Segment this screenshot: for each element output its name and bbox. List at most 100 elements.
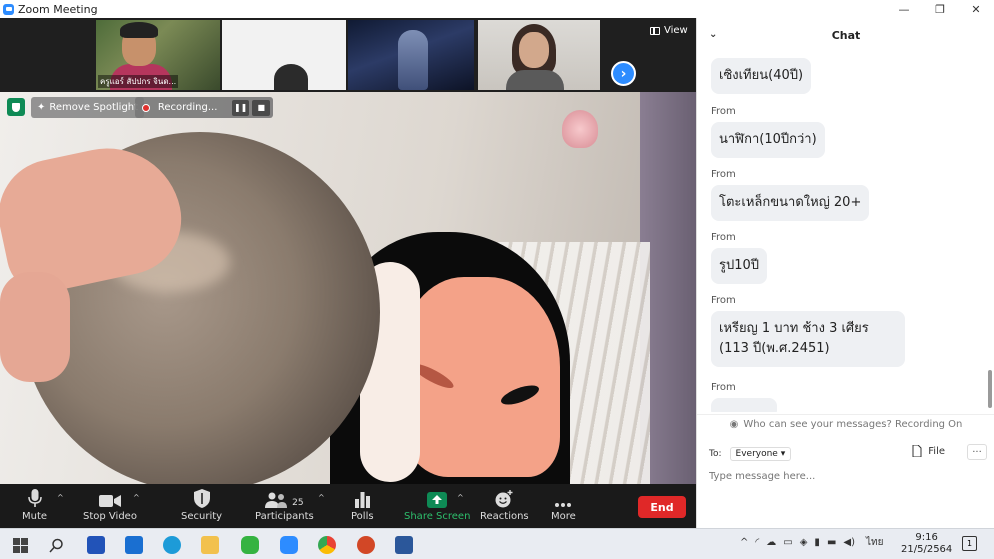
powerpoint-icon[interactable] — [354, 533, 378, 557]
close-button[interactable]: ✕ — [958, 0, 994, 18]
mute-label: Mute — [22, 511, 48, 522]
zoom-app-icon[interactable] — [277, 533, 301, 557]
reactions-button[interactable]: Reactions — [480, 488, 529, 522]
pause-recording-button[interactable]: ❚❚ — [231, 99, 250, 116]
message-sender: From — [711, 382, 736, 393]
chat-message: นาฬิกา(10ปีกว่า) — [711, 122, 825, 158]
view-button[interactable]: View — [650, 25, 688, 36]
mute-button[interactable]: Mute — [22, 488, 47, 522]
chat-messages[interactable]: เซิงเทียน(40ปี) From นาฬิกา(10ปีกว่า) Fr… — [697, 52, 987, 412]
notification-center-icon[interactable]: 1 — [962, 536, 977, 551]
window-controls: — ❐ ✕ — [886, 0, 994, 18]
pin-icon: ✦ — [37, 102, 46, 113]
privacy-notice-text: Who can see your messages? Recording On — [743, 419, 963, 430]
time: 9:16 — [915, 532, 938, 543]
chrome-icon[interactable] — [315, 533, 339, 557]
recording-label: Recording... — [157, 102, 218, 113]
participants-button[interactable]: 25 Participants — [255, 488, 314, 522]
reactions-label: Reactions — [480, 511, 529, 522]
speaker-icon[interactable]: ◀) — [843, 537, 855, 548]
search-icon[interactable] — [44, 533, 68, 557]
polls-icon — [354, 488, 370, 508]
stop-video-label: Stop Video — [83, 511, 137, 522]
more-dots-icon — [554, 488, 572, 508]
next-page-arrow-icon[interactable]: › — [611, 61, 636, 86]
meeting-controls: Mute ^ Stop Video ^ Security 25 Particip… — [0, 484, 696, 528]
title-bar: Zoom Meeting — ❐ ✕ — [0, 0, 994, 18]
stop-video-button[interactable]: Stop Video — [83, 488, 137, 522]
file-explorer-icon[interactable] — [198, 533, 222, 557]
share-options-caret-icon[interactable]: ^ — [457, 493, 464, 502]
chevron-down-icon[interactable]: ⌄ — [709, 29, 717, 40]
polls-label: Polls — [351, 511, 374, 522]
grid-icon — [650, 26, 660, 35]
shield-icon — [193, 488, 210, 508]
file-icon — [912, 445, 922, 457]
wifi-icon[interactable]: ◜ — [755, 537, 759, 548]
minimize-button[interactable]: — — [886, 0, 922, 18]
stop-recording-button[interactable]: ■ — [252, 99, 270, 116]
chat-message-input[interactable] — [709, 467, 979, 485]
view-label: View — [664, 25, 688, 36]
chat-panel: ⌄ Chat เซิงเทียน(40ปี) From นาฬิกา(10ปีก… — [696, 18, 994, 528]
message-sender: From — [711, 106, 736, 117]
chat-header: ⌄ Chat — [697, 18, 994, 52]
cloud-icon[interactable]: ☁ — [766, 537, 776, 548]
network-icon[interactable]: ◈ — [800, 537, 808, 548]
tray-overflow-chevron-icon[interactable]: ^ — [740, 537, 748, 548]
avatar — [274, 64, 308, 90]
windows-taskbar: ^ ◜ ☁ ▭ ◈ ▮ ▬ ◀) ไทย 9:16 21/5/2564 1 — [0, 528, 994, 559]
system-tray: ^ ◜ ☁ ▭ ◈ ▮ ▬ ◀) ไทย — [740, 535, 883, 550]
windows-icon — [12, 537, 28, 553]
date: 21/5/2564 — [901, 544, 953, 555]
chat-message — [711, 398, 777, 412]
app-icon[interactable] — [84, 533, 108, 557]
participants-options-caret-icon[interactable]: ^ — [318, 493, 325, 502]
zoom-logo-icon — [3, 3, 14, 15]
edge-browser-icon[interactable] — [160, 533, 184, 557]
window-title: Zoom Meeting — [18, 2, 98, 16]
battery-icon[interactable]: ▬ — [827, 537, 836, 548]
avatar — [519, 32, 549, 68]
participant-thumbnail[interactable]: ครูแอร์ สัปปกร จินด... — [96, 20, 220, 90]
eye-icon: ◉ — [729, 419, 739, 430]
security-button[interactable]: Security — [181, 488, 222, 522]
maximize-button[interactable]: ❐ — [922, 0, 958, 18]
video-options-caret-icon[interactable]: ^ — [133, 493, 140, 502]
participants-label: Participants — [255, 511, 314, 522]
display-icon[interactable]: ▭ — [783, 537, 792, 548]
security-label: Security — [181, 511, 223, 522]
word-icon[interactable] — [392, 533, 416, 557]
recipient-select[interactable]: Everyone ▾ — [729, 447, 792, 461]
participants-icon: 25 — [265, 488, 304, 508]
chat-message: เหรียญ 1 บาท ช้าง 3 เศียร (113 ปี(พ.ศ.24… — [711, 311, 905, 367]
remove-spotlight-button[interactable]: ✦ Remove Spotlight — [31, 97, 145, 118]
notification-count: 1 — [966, 539, 973, 548]
smiley-plus-icon — [495, 488, 513, 508]
participant-thumbnail[interactable] — [478, 20, 600, 90]
microphone-icon[interactable]: ▮ — [814, 537, 820, 548]
chat-privacy-notice[interactable]: ◉ Who can see your messages? Recording O… — [697, 414, 994, 434]
more-button[interactable]: More — [551, 488, 576, 522]
chat-more-options-button[interactable]: ··· — [967, 444, 987, 460]
end-meeting-button[interactable]: End — [638, 496, 686, 518]
start-button[interactable] — [8, 533, 32, 557]
line-app-icon[interactable] — [238, 533, 262, 557]
remove-spotlight-label: Remove Spotlight — [49, 102, 139, 113]
video-camera-icon — [98, 488, 121, 508]
language-indicator[interactable]: ไทย — [866, 535, 883, 550]
chat-title: Chat — [831, 28, 861, 42]
avatar — [398, 30, 428, 90]
participant-thumbnail[interactable] — [222, 20, 346, 90]
message-sender: From — [711, 169, 736, 180]
file-button[interactable]: File — [912, 445, 945, 457]
mail-icon[interactable] — [122, 533, 146, 557]
chat-message: เซิงเทียน(40ปี) — [711, 58, 812, 94]
polls-button[interactable]: Polls — [351, 488, 374, 522]
mute-options-caret-icon[interactable]: ^ — [57, 493, 64, 502]
clock[interactable]: 9:16 21/5/2564 — [901, 532, 952, 556]
chat-scrollbar[interactable] — [988, 370, 992, 408]
share-screen-icon — [427, 488, 448, 508]
participant-thumbnail[interactable] — [348, 20, 474, 90]
security-shield-icon[interactable] — [7, 98, 25, 116]
